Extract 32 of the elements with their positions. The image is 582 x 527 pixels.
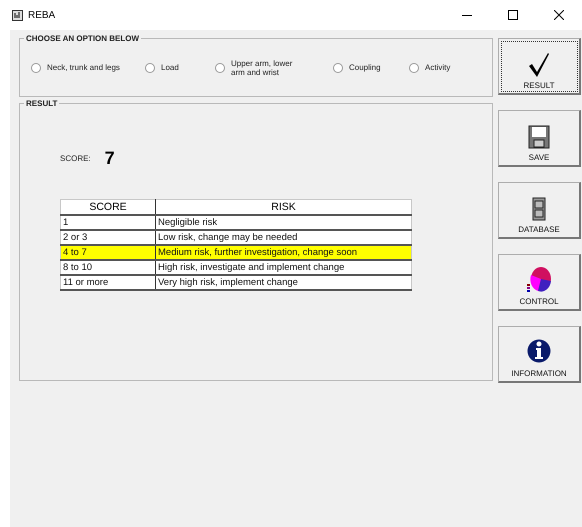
table-cell: 11 or more xyxy=(60,275,156,290)
maximize-icon[interactable] xyxy=(508,10,518,20)
score-label: SCORE: xyxy=(60,154,91,163)
table-cell: 8 to 10 xyxy=(60,260,156,275)
table-cell: Very high risk, implement change xyxy=(156,275,412,290)
group-title: CHOOSE AN OPTION BELOW xyxy=(24,33,142,44)
table-cell: Low risk, change may be needed xyxy=(156,230,412,245)
pie-chart-icon xyxy=(526,265,552,293)
close-icon[interactable] xyxy=(554,10,564,20)
toolbar-button[interactable]: CONTROL xyxy=(498,254,581,311)
radio-option[interactable]: Neck, trunk and legs xyxy=(31,62,145,72)
radio-option[interactable]: Activity xyxy=(409,62,479,72)
table-cell: Negligible risk xyxy=(156,215,412,230)
table-cell: 2 or 3 xyxy=(60,230,156,245)
table-cell: High risk, investigate and implement change xyxy=(156,260,412,275)
radio-option[interactable]: Upper arm, lower arm and wrist xyxy=(215,58,333,76)
window-title: REBA xyxy=(28,10,56,20)
toolbar-button[interactable]: SAVE xyxy=(498,110,581,167)
table-cell: 1 xyxy=(60,215,156,230)
radio-option[interactable]: Load xyxy=(145,62,215,72)
toolbar-button[interactable]: RESULT xyxy=(498,38,581,95)
info-icon xyxy=(527,337,551,365)
toolbar-button[interactable]: INFORMATION xyxy=(498,326,581,383)
score-value: 7 xyxy=(104,148,115,169)
file-cabinet-icon xyxy=(532,197,546,221)
table-cell: 4 to 7 xyxy=(60,245,156,260)
checkmark-icon xyxy=(528,53,550,77)
group-title: RESULT xyxy=(24,98,60,109)
table-cell: Medium risk, further investigation, change soon xyxy=(156,245,412,260)
app-icon xyxy=(12,10,23,20)
toolbar-button[interactable]: DATABASE xyxy=(498,182,581,239)
radio-option[interactable]: Coupling xyxy=(333,62,409,72)
